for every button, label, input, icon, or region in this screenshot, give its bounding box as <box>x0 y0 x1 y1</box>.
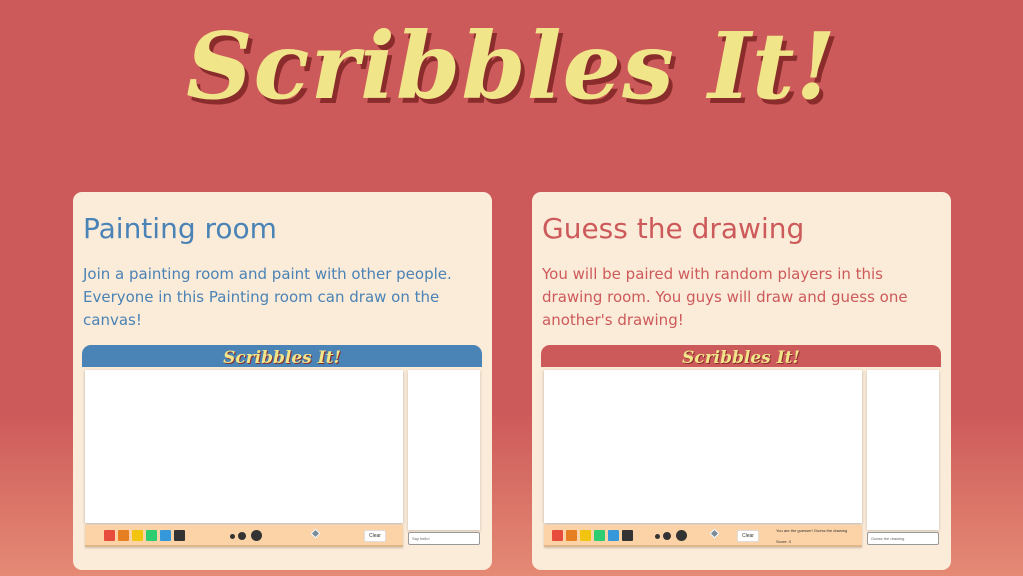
painting-room-card[interactable]: Painting room Join a painting room and p… <box>73 192 492 570</box>
painting-room-description: Join a painting room and paint with othe… <box>83 265 452 329</box>
preview-toolbar: Clear You are the guesser! Guess the dra… <box>544 525 862 547</box>
preview-clear-button: Clear <box>364 530 386 542</box>
brush-size-medium-icon <box>663 532 671 540</box>
color-swatch-green <box>146 530 157 541</box>
color-swatch-red <box>104 530 115 541</box>
color-swatch-yellow <box>580 530 591 541</box>
color-swatch-orange <box>566 530 577 541</box>
app-title: Scribbles It! <box>186 12 837 120</box>
guess-drawing-card[interactable]: Guess the drawing You will be paired wit… <box>532 192 951 570</box>
preview-chat-input: Say hello! <box>408 532 480 545</box>
preview-canvas <box>85 370 403 523</box>
color-swatch-red <box>552 530 563 541</box>
preview-canvas <box>544 370 862 523</box>
eraser-icon <box>310 528 321 539</box>
painting-room-heading: Painting room <box>83 212 277 245</box>
color-swatch-orange <box>118 530 129 541</box>
eraser-icon <box>709 528 720 539</box>
color-swatch-blue <box>608 530 619 541</box>
brush-size-small-icon <box>230 534 235 539</box>
preview-score-line: Score: 3 <box>776 539 791 544</box>
preview-clear-button: Clear <box>737 530 759 542</box>
preview-guess-input: Guess the drawing <box>867 532 939 545</box>
preview-title-bar: Scribbles It! <box>541 345 941 368</box>
preview-title-bar: Scribbles It! <box>82 345 482 368</box>
brush-size-large-icon <box>251 530 262 541</box>
guess-drawing-description: You will be paired with random players i… <box>542 265 908 329</box>
color-swatch-blue <box>160 530 171 541</box>
preview-chat-panel <box>867 370 939 530</box>
brush-size-medium-icon <box>238 532 246 540</box>
color-swatch-black <box>174 530 185 541</box>
color-swatch-yellow <box>132 530 143 541</box>
color-swatch-green <box>594 530 605 541</box>
color-swatch-black <box>622 530 633 541</box>
preview-status-line: You are the guesser! Guess the drawing <box>776 528 848 533</box>
guess-drawing-preview: Scribbles It! Guess the drawing Clear Yo… <box>541 345 941 570</box>
guess-drawing-heading: Guess the drawing <box>542 212 805 245</box>
brush-size-small-icon <box>655 534 660 539</box>
preview-chat-panel <box>408 370 480 530</box>
brush-size-large-icon <box>676 530 687 541</box>
preview-game-status: You are the guesser! Guess the drawing S… <box>774 525 864 547</box>
preview-toolbar: Clear <box>85 525 403 547</box>
painting-room-preview: Scribbles It! Say hello! Clear <box>82 345 482 570</box>
